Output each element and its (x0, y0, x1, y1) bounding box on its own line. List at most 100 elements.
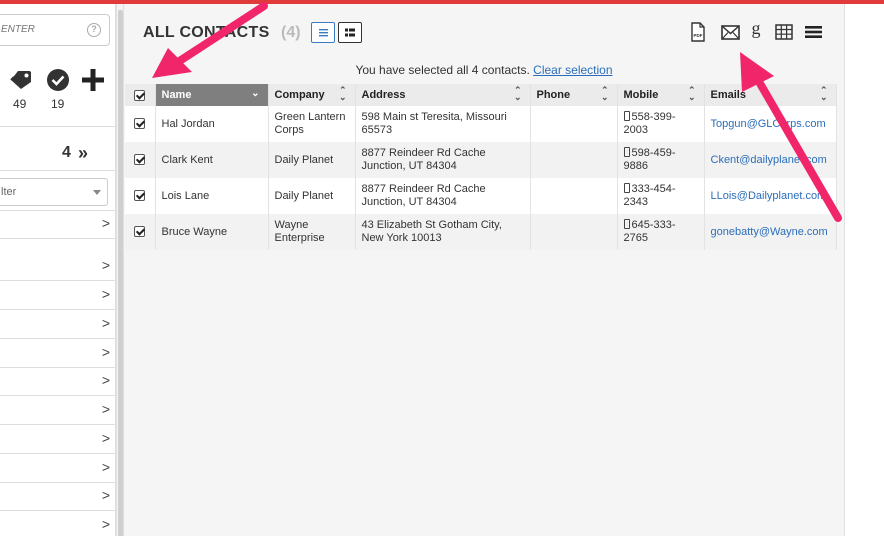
chevron-right-icon: > (101, 257, 110, 273)
sidebar-action-icons: 49 19 (0, 66, 116, 114)
main-panel: ALL CONTACTS (4) PDF g You have selected… (124, 4, 844, 536)
check-circle-icon[interactable] (46, 68, 70, 92)
double-chevron-right-icon[interactable]: » (78, 143, 88, 164)
selection-message: You have selected all 4 contacts. (355, 63, 530, 77)
row-checkbox[interactable] (134, 118, 146, 130)
column-header-mobile[interactable]: Mobile ⌃ ⌄ (617, 84, 705, 106)
card-view-button[interactable] (338, 22, 362, 43)
chevron-right-icon: > (101, 487, 110, 503)
sort-icon: ⌃ ⌄ (819, 85, 828, 102)
column-header-address[interactable]: Address ⌃ ⌄ (355, 84, 531, 106)
row-checkbox[interactable] (134, 190, 146, 202)
menu-icon[interactable] (805, 25, 823, 39)
chevron-right-icon: > (101, 315, 110, 331)
sidebar-nav-row[interactable]: > (0, 368, 116, 396)
sidebar: ? 49 19 4 » lter > > > > > > > > > > > (0, 4, 116, 536)
sidebar-nav-row[interactable]: > (0, 397, 116, 425)
sort-icon: ⌃ ⌄ (513, 85, 522, 102)
table-header-row: Name ⌄ Company ⌃ ⌄ Address ⌃ ⌄ Phone ⌃ ⌄ Mobile… (125, 84, 837, 106)
row-checkbox-cell (125, 178, 156, 214)
column-header-name[interactable]: Name ⌄ (155, 84, 269, 106)
chevron-right-icon: > (101, 286, 110, 302)
mobile-phone-icon (623, 111, 630, 121)
list-view-button[interactable] (311, 22, 335, 43)
row-checkbox-cell (125, 214, 156, 250)
chevron-right-icon: > (101, 516, 110, 532)
table-row[interactable]: Hal Jordan Green Lantern Corps 598 Main … (125, 106, 837, 142)
chevron-down-icon: ⌄ (251, 88, 260, 99)
sidebar-nav-row[interactable]: > (0, 512, 116, 536)
column-header-label: Phone (536, 89, 571, 101)
column-header-label: Mobile (623, 89, 659, 101)
filter-select[interactable]: lter (0, 178, 108, 206)
sidebar-nav-row[interactable]: > (0, 426, 116, 454)
search-input[interactable] (1, 24, 81, 35)
contact-phone (530, 142, 618, 178)
table-row[interactable]: Bruce Wayne Wayne Enterprise 43 Elizabet… (125, 214, 837, 250)
svg-text:g: g (752, 19, 761, 38)
plus-icon[interactable] (82, 69, 104, 91)
contact-email[interactable]: gonebatty@Wayne.com (704, 214, 837, 250)
table-row[interactable]: Lois Lane Daily Planet 8877 Reindeer Rd … (125, 178, 837, 214)
contact-address: 43 Elizabeth St Gotham City, New York 10… (355, 214, 531, 250)
svg-text:PDF: PDF (694, 33, 703, 38)
column-header-emails[interactable]: Emails ⌃ ⌄ (704, 84, 837, 106)
contact-address: 598 Main st Teresita, Missouri 65573 (355, 106, 531, 142)
contact-email[interactable]: Topgun@GLCorps.com (704, 106, 837, 142)
column-header-label: Company (274, 89, 325, 101)
sidebar-nav-row[interactable]: > (0, 282, 116, 310)
list-icon (319, 29, 328, 37)
sort-icon: ⌃ ⌄ (338, 85, 347, 102)
column-header-company[interactable]: Company ⌃ ⌄ (268, 84, 356, 106)
chevron-right-icon: > (101, 459, 110, 475)
contact-email[interactable]: Ckent@dailyplanet.com (704, 142, 837, 178)
check-count: 19 (51, 97, 65, 111)
contact-phone (530, 106, 618, 142)
envelope-icon[interactable] (721, 25, 740, 40)
sidebar-nav-row[interactable]: > (0, 311, 116, 339)
page-count: 4 (62, 144, 71, 161)
row-checkbox[interactable] (134, 226, 146, 238)
contact-mobile-cell: 645-333-2765 (617, 214, 705, 250)
scrollbar-thumb[interactable] (118, 10, 123, 536)
sidebar-scrollbar[interactable] (116, 4, 124, 536)
contacts-count: (4) (281, 24, 301, 41)
contact-name[interactable]: Bruce Wayne (155, 214, 269, 250)
select-all-header (125, 84, 156, 106)
contact-name[interactable]: Lois Lane (155, 178, 269, 214)
clear-selection-link[interactable]: Clear selection (533, 63, 612, 77)
table-row[interactable]: Clark Kent Daily Planet 8877 Reindeer Rd… (125, 142, 837, 178)
chevron-down-icon (93, 190, 101, 195)
chevron-right-icon: > (101, 344, 110, 360)
help-icon[interactable]: ? (87, 23, 101, 37)
table-icon[interactable] (775, 24, 793, 40)
mobile-phone-icon (623, 147, 630, 157)
search-box[interactable]: ? (0, 14, 110, 46)
page-header: ALL CONTACTS (4) PDF g (124, 4, 844, 58)
selection-bar: You have selected all 4 contacts. Clear … (124, 60, 844, 82)
contacts-table: Name ⌄ Company ⌃ ⌄ Address ⌃ ⌄ Phone ⌃ ⌄ Mobile… (125, 84, 837, 250)
contact-mobile: 333-454-2343 (623, 183, 676, 208)
sidebar-nav-row[interactable]: > (0, 253, 116, 281)
row-checkbox-cell (125, 106, 156, 142)
select-all-checkbox[interactable] (134, 89, 146, 101)
contact-phone (530, 214, 618, 250)
contact-name[interactable]: Clark Kent (155, 142, 269, 178)
pdf-icon[interactable]: PDF (690, 22, 706, 42)
grid-list-icon (345, 28, 355, 37)
sidebar-nav-row[interactable]: > (0, 340, 116, 368)
row-checkbox[interactable] (134, 154, 146, 166)
sidebar-nav-row[interactable]: > (0, 483, 116, 511)
mobile-phone-icon (623, 219, 630, 229)
sidebar-nav-row[interactable]: > (0, 455, 116, 483)
sidebar-nav-row[interactable]: > (0, 211, 116, 239)
google-icon[interactable]: g (749, 19, 763, 41)
tag-icon[interactable] (8, 68, 34, 90)
contact-email[interactable]: LLois@Dailyplanet.com (704, 178, 837, 214)
sidebar-divider (0, 126, 116, 127)
contact-address: 8877 Reindeer Rd Cache Junction, UT 8430… (355, 142, 531, 178)
contact-name[interactable]: Hal Jordan (155, 106, 269, 142)
chevron-right-icon: > (101, 401, 110, 417)
column-header-phone[interactable]: Phone ⌃ ⌄ (530, 84, 618, 106)
contact-mobile-cell: 558-399-2003 (617, 106, 705, 142)
